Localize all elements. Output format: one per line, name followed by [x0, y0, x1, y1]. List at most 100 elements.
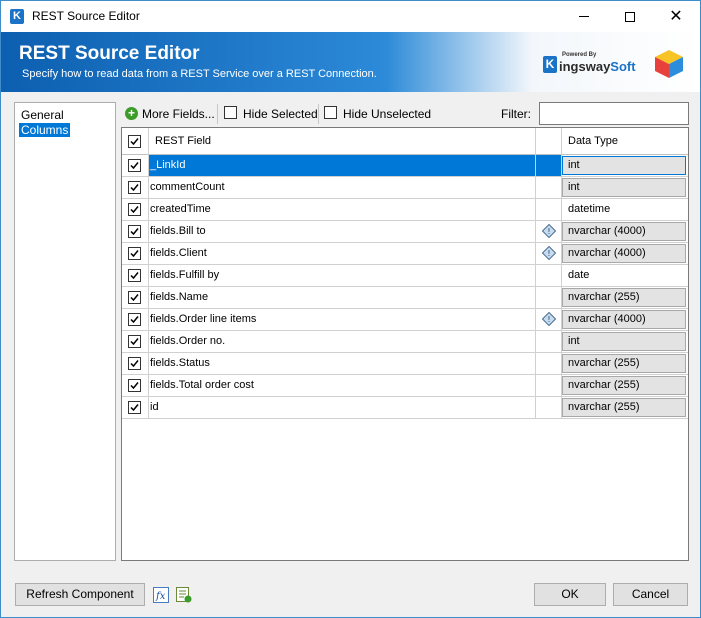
row-include-checkbox[interactable]: [128, 269, 141, 282]
select-all-checkbox[interactable]: [128, 135, 141, 148]
rest-field-cell[interactable]: id: [148, 397, 535, 418]
warning-cell: [536, 287, 561, 308]
svg-text:!: !: [547, 315, 550, 324]
warning-cell: !: [536, 221, 561, 242]
toolbar-separator: [318, 104, 319, 124]
rest-field-cell[interactable]: _LinkId: [148, 155, 535, 176]
banner-title: REST Source Editor: [19, 43, 200, 64]
row-include-checkbox[interactable]: [128, 357, 141, 370]
warning-cell: [536, 199, 561, 220]
table-row[interactable]: fields.Order line items! nvarchar (4000): [122, 309, 688, 331]
row-include-checkbox[interactable]: [128, 181, 141, 194]
table-row[interactable]: fields.Name nvarchar (255): [122, 287, 688, 309]
rest-field-cell[interactable]: commentCount: [148, 177, 535, 198]
side-navigation: General Columns: [14, 102, 116, 561]
row-include-checkbox[interactable]: [128, 203, 141, 216]
data-type-cell[interactable]: date: [562, 266, 686, 285]
row-include-checkbox[interactable]: [128, 335, 141, 348]
ok-button[interactable]: OK: [534, 583, 606, 606]
header-banner: REST Source Editor Specify how to read d…: [1, 32, 700, 92]
kingswaysoft-logo: Powered By K ingswaySoft: [543, 52, 636, 76]
rest-field-cell[interactable]: fields.Order line items: [148, 309, 535, 330]
rest-field-cell[interactable]: createdTime: [148, 199, 535, 220]
warning-cell: [536, 265, 561, 286]
table-row[interactable]: fields.Client! nvarchar (4000): [122, 243, 688, 265]
table-row[interactable]: createdTime datetime: [122, 199, 688, 221]
table-row[interactable]: commentCount int: [122, 177, 688, 199]
data-type-cell[interactable]: datetime: [562, 200, 686, 219]
rest-field-cell[interactable]: fields.Bill to: [148, 221, 535, 242]
rest-field-cell[interactable]: fields.Name: [148, 287, 535, 308]
logo-powered-by: Powered By: [562, 52, 597, 58]
data-type-cell[interactable]: nvarchar (255): [562, 398, 686, 417]
table-row[interactable]: fields.Bill to! nvarchar (4000): [122, 221, 688, 243]
warning-icon: !: [542, 312, 556, 326]
rest-field-cell[interactable]: fields.Fulfill by: [148, 265, 535, 286]
close-icon: ✕: [669, 8, 683, 25]
warning-cell: [536, 397, 561, 418]
table-row[interactable]: fields.Order no. int: [122, 331, 688, 353]
title-bar: K REST Source Editor ✕: [1, 1, 700, 32]
table-row[interactable]: fields.Fulfill by date: [122, 265, 688, 287]
maximize-icon: [625, 11, 635, 22]
data-type-cell[interactable]: nvarchar (4000): [562, 310, 686, 329]
minimize-icon: [579, 16, 589, 18]
rest-field-cell[interactable]: fields.Status: [148, 353, 535, 374]
cancel-button[interactable]: Cancel: [613, 583, 688, 606]
close-button[interactable]: ✕: [653, 1, 699, 32]
hide-selected-label: Hide Selected: [243, 107, 318, 121]
rest-field-cell[interactable]: fields.Client: [148, 243, 535, 264]
add-icon[interactable]: +: [125, 107, 138, 120]
svg-text:!: !: [547, 227, 550, 236]
warning-cell: [536, 353, 561, 374]
row-include-checkbox[interactable]: [128, 379, 141, 392]
row-include-checkbox[interactable]: [128, 291, 141, 304]
logo-k-icon: K: [543, 56, 557, 73]
data-type-cell[interactable]: nvarchar (255): [562, 354, 686, 373]
table-row[interactable]: fields.Total order cost nvarchar (255): [122, 375, 688, 397]
row-include-checkbox[interactable]: [128, 159, 141, 172]
data-type-cell[interactable]: nvarchar (4000): [562, 222, 686, 241]
table-row[interactable]: id nvarchar (255): [122, 397, 688, 419]
warning-cell: [536, 375, 561, 396]
row-include-checkbox[interactable]: [128, 247, 141, 260]
refresh-component-button[interactable]: Refresh Component: [15, 583, 145, 606]
table-row[interactable]: _LinkId int: [122, 155, 688, 177]
data-type-cell[interactable]: int: [562, 178, 686, 197]
warning-cell: [536, 177, 561, 198]
row-include-checkbox[interactable]: [128, 401, 141, 414]
warning-cell: !: [536, 309, 561, 330]
rest-field-cell[interactable]: fields.Total order cost: [148, 375, 535, 396]
product-cube-icon: [655, 50, 683, 78]
data-type-cell[interactable]: nvarchar (4000): [562, 244, 686, 263]
grid-header: REST Field Data Type: [122, 128, 688, 155]
variables-list-icon[interactable]: [176, 587, 192, 603]
column-divider: [148, 128, 149, 418]
row-include-checkbox[interactable]: [128, 225, 141, 238]
hide-selected-checkbox[interactable]: [224, 106, 237, 119]
nav-item-general[interactable]: General: [19, 108, 66, 122]
maximize-button[interactable]: [607, 1, 653, 32]
hide-unselected-label: Hide Unselected: [343, 107, 432, 121]
rest-field-cell[interactable]: fields.Order no.: [148, 331, 535, 352]
minimize-button[interactable]: [561, 1, 607, 32]
expression-fx-icon[interactable]: fx: [153, 587, 169, 603]
header-data-type[interactable]: Data Type: [568, 135, 618, 147]
filter-input[interactable]: [539, 102, 689, 125]
data-type-cell[interactable]: int: [562, 332, 686, 351]
row-include-checkbox[interactable]: [128, 313, 141, 326]
rest-source-editor-window: K REST Source Editor ✕ REST Source Edito…: [0, 0, 701, 618]
data-type-cell[interactable]: int: [562, 156, 686, 175]
data-type-cell[interactable]: nvarchar (255): [562, 376, 686, 395]
warning-cell: [536, 155, 561, 176]
warning-cell: [536, 331, 561, 352]
warning-icon: !: [542, 246, 556, 260]
window-title: REST Source Editor: [32, 9, 140, 23]
table-row[interactable]: fields.Status nvarchar (255): [122, 353, 688, 375]
hide-unselected-checkbox[interactable]: [324, 106, 337, 119]
header-rest-field[interactable]: REST Field: [155, 135, 211, 147]
nav-item-columns[interactable]: Columns: [19, 123, 71, 137]
more-fields-button[interactable]: More Fields...: [142, 105, 215, 123]
data-type-cell[interactable]: nvarchar (255): [562, 288, 686, 307]
column-divider: [535, 128, 536, 418]
